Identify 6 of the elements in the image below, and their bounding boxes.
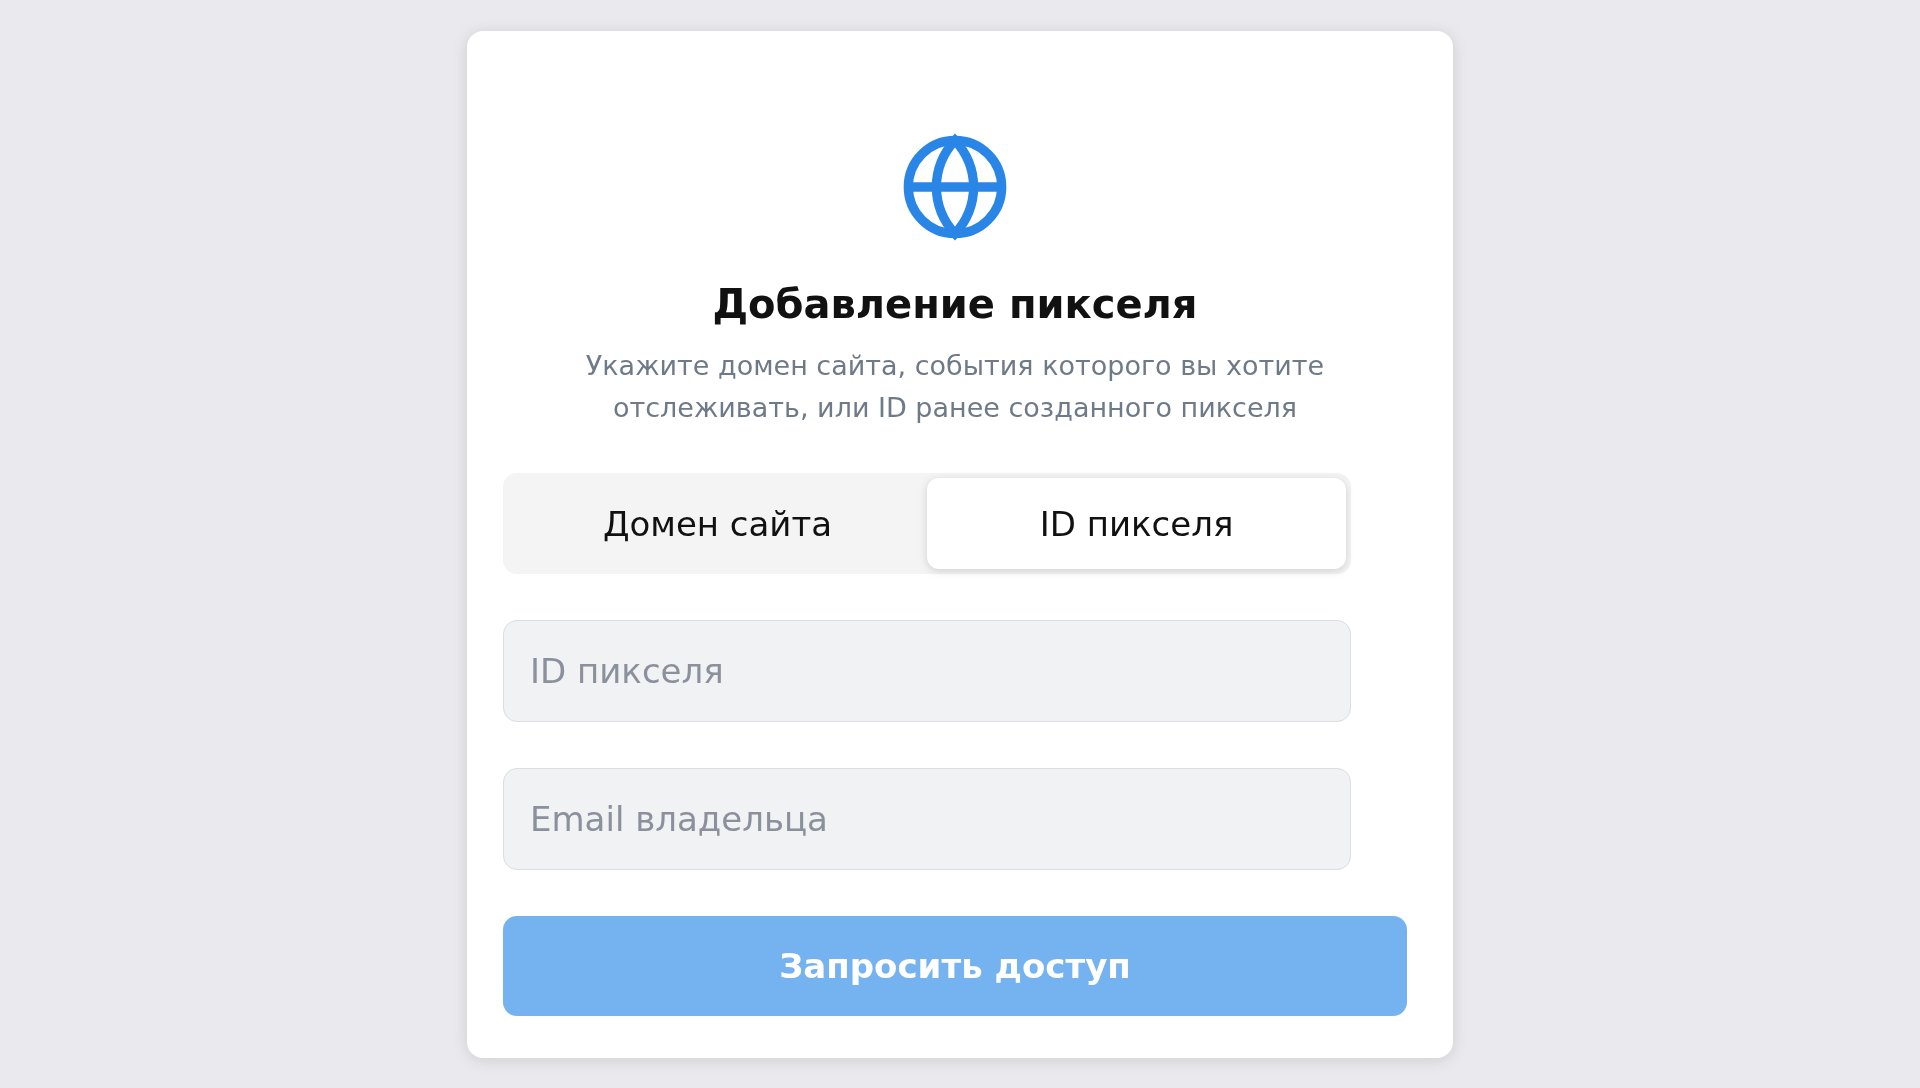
- dialog-description: Укажите домен сайта, события которого вы хотите отслеживать, или ID ранее созданного пикселя: [584, 349, 1326, 425]
- input-field[interactable]: ID пикселя: [503, 620, 1351, 722]
- input-field[interactable]: Email владельца: [503, 768, 1351, 870]
- tab[interactable]: Домен сайта: [508, 478, 927, 569]
- tab[interactable]: ID пикселя: [927, 478, 1346, 569]
- dialog-title: Добавление пикселя: [712, 281, 1198, 327]
